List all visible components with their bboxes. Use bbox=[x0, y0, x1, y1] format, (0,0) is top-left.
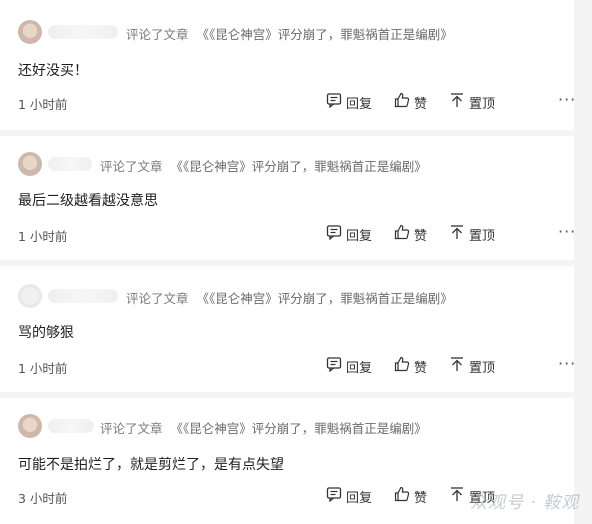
pin-top-icon bbox=[449, 224, 465, 244]
like-label: 赞 bbox=[414, 360, 428, 376]
comment-item: 评论了文章 《《昆仑神宫》评分崩了，罪魁祸首正是编剧》 还好没买！ 1 小时前 回… bbox=[0, 0, 576, 130]
comment-meta: 评论了文章 《《昆仑神宫》评分崩了，罪魁祸首正是编剧》 bbox=[126, 24, 453, 43]
reply-icon bbox=[326, 486, 342, 506]
watermark: 众观号 · 鞍观 bbox=[470, 493, 580, 513]
comment-item: 评论了文章 《《昆仑神宫》评分崩了，罪魁祸首正是编剧》 最后二级越看越没意思 1 … bbox=[0, 136, 576, 260]
pin-top-icon bbox=[449, 356, 465, 376]
pin-top-label: 置顶 bbox=[469, 96, 496, 112]
like-button[interactable]: 赞 bbox=[394, 224, 427, 244]
reply-label: 回复 bbox=[346, 228, 373, 244]
reply-button[interactable]: 回复 bbox=[326, 92, 372, 112]
comment-action: 评论了文章 bbox=[100, 421, 163, 436]
like-button[interactable]: 赞 bbox=[394, 356, 427, 376]
thumbs-up-icon bbox=[394, 486, 410, 506]
like-button[interactable]: 赞 bbox=[394, 92, 427, 112]
like-button[interactable]: 赞 bbox=[394, 486, 427, 506]
comment-meta: 评论了文章 《《昆仑神宫》评分崩了，罪魁祸首正是编剧》 bbox=[126, 288, 453, 307]
reply-label: 回复 bbox=[346, 96, 373, 112]
comment-time: 1 小时前 bbox=[18, 97, 68, 112]
username-blurred[interactable] bbox=[48, 289, 118, 303]
comment-meta: 评论了文章 《《昆仑神宫》评分崩了，罪魁祸首正是编剧》 bbox=[100, 418, 427, 437]
pin-top-icon bbox=[449, 486, 465, 506]
comment-text: 还好没买！ bbox=[18, 63, 88, 79]
username-blurred[interactable] bbox=[48, 25, 118, 39]
pin-top-label: 置顶 bbox=[469, 360, 496, 376]
avatar[interactable] bbox=[18, 414, 42, 438]
comment-action: 评论了文章 bbox=[100, 159, 163, 174]
avatar[interactable] bbox=[18, 284, 42, 308]
avatar[interactable] bbox=[18, 152, 42, 176]
comment-time: 3 小时前 bbox=[18, 491, 68, 506]
comment-action: 评论了文章 bbox=[126, 291, 189, 306]
article-link[interactable]: 《《昆仑神宫》评分崩了，罪魁祸首正是编剧》 bbox=[171, 159, 427, 174]
article-link[interactable]: 《《昆仑神宫》评分崩了，罪魁祸首正是编剧》 bbox=[197, 291, 453, 306]
reply-button[interactable]: 回复 bbox=[326, 356, 372, 376]
like-label: 赞 bbox=[414, 96, 428, 112]
like-label: 赞 bbox=[414, 490, 428, 506]
comment-time: 1 小时前 bbox=[18, 361, 68, 376]
reply-label: 回复 bbox=[346, 490, 373, 506]
reply-icon bbox=[326, 356, 342, 376]
avatar[interactable] bbox=[18, 20, 42, 44]
username-blurred[interactable] bbox=[48, 419, 94, 433]
thumbs-up-icon bbox=[394, 92, 410, 112]
comment-text: 最后二级越看越没意思 bbox=[18, 193, 158, 209]
pin-top-button[interactable]: 置顶 bbox=[449, 224, 495, 244]
comment-text: 骂的够狠 bbox=[18, 325, 74, 341]
more-icon[interactable]: ··· bbox=[558, 90, 576, 109]
comment-item: 评论了文章 《《昆仑神宫》评分崩了，罪魁祸首正是编剧》 骂的够狠 1 小时前 回复… bbox=[0, 266, 576, 392]
thumbs-up-icon bbox=[394, 224, 410, 244]
more-icon[interactable]: ··· bbox=[558, 354, 576, 373]
comment-time: 1 小时前 bbox=[18, 229, 68, 244]
pin-top-button[interactable]: 置顶 bbox=[449, 92, 495, 112]
pin-top-label: 置顶 bbox=[469, 228, 496, 244]
comment-text: 可能不是拍烂了，就是剪烂了，是有点失望 bbox=[18, 457, 284, 473]
article-link[interactable]: 《《昆仑神宫》评分崩了，罪魁祸首正是编剧》 bbox=[197, 27, 453, 42]
comment-actions: 回复 赞 置顶 bbox=[326, 356, 517, 376]
username-blurred[interactable] bbox=[48, 157, 92, 171]
thumbs-up-icon bbox=[394, 356, 410, 376]
comment-actions: 回复 赞 置顶 bbox=[326, 92, 517, 112]
comment-actions: 回复 赞 置顶 bbox=[326, 224, 517, 244]
like-label: 赞 bbox=[414, 228, 428, 244]
reply-label: 回复 bbox=[346, 360, 373, 376]
article-link[interactable]: 《《昆仑神宫》评分崩了，罪魁祸首正是编剧》 bbox=[171, 421, 427, 436]
pin-top-icon bbox=[449, 92, 465, 112]
pin-top-button[interactable]: 置顶 bbox=[449, 356, 495, 376]
more-icon[interactable]: ··· bbox=[558, 222, 576, 241]
comment-meta: 评论了文章 《《昆仑神宫》评分崩了，罪魁祸首正是编剧》 bbox=[100, 156, 427, 175]
reply-icon bbox=[326, 92, 342, 112]
comment-action: 评论了文章 bbox=[126, 27, 189, 42]
reply-button[interactable]: 回复 bbox=[326, 486, 372, 506]
reply-button[interactable]: 回复 bbox=[326, 224, 372, 244]
reply-icon bbox=[326, 224, 342, 244]
